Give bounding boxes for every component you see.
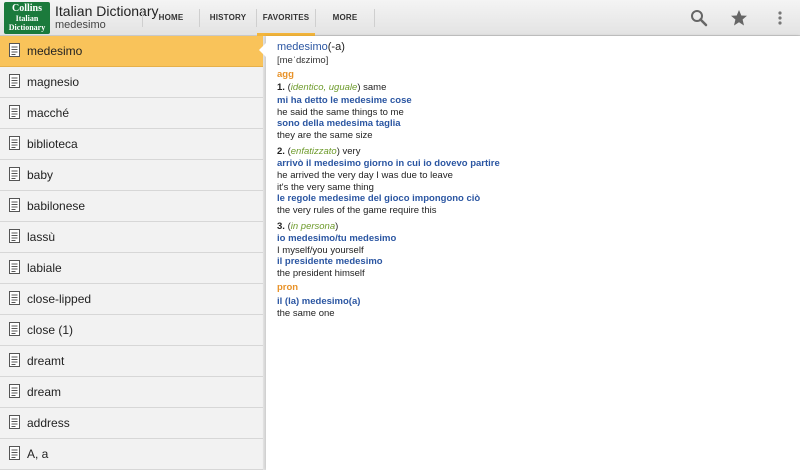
example-translation: he said the same things to me: [277, 107, 404, 118]
document-icon: [9, 415, 20, 429]
word-label: A, a: [27, 447, 49, 461]
star-icon[interactable]: [730, 9, 748, 27]
headword-suffix: (-a): [327, 41, 345, 53]
logo-line-2: Italian: [15, 14, 39, 23]
document-icon: [9, 291, 20, 305]
paren-close: ): [357, 82, 361, 93]
document-icon: [9, 229, 20, 243]
example: arrivò il medesimo giorno in cui io dove…: [277, 158, 500, 169]
word-label: close-lipped: [27, 292, 92, 306]
example: mi ha detto le medesime cose: [277, 95, 412, 106]
document-icon: [9, 105, 20, 119]
example: le regole medesime del gioco impongono c…: [277, 193, 481, 204]
document-icon: [9, 167, 20, 181]
document-icon: [9, 260, 20, 274]
word-label: dream: [27, 385, 62, 399]
word-label: lassù: [27, 230, 56, 244]
selection-pointer: [259, 42, 267, 58]
word-list: medesimo magnesio macché biblioteca baby babi…: [0, 36, 263, 470]
word-list-item[interactable]: baby: [0, 160, 263, 191]
word-label: labiale: [27, 261, 62, 275]
word-label: address: [27, 416, 70, 430]
tab-home[interactable]: HOME: [143, 0, 199, 36]
paren-close: ): [336, 146, 340, 157]
sense-2: 2. (enfatizzato) very: [277, 146, 360, 157]
search-icon[interactable]: [690, 9, 708, 27]
word-label: magnesio: [27, 75, 80, 89]
tab-history[interactable]: HISTORY: [200, 0, 256, 36]
document-icon: [9, 198, 20, 212]
word-list-item[interactable]: close-lipped: [0, 284, 263, 315]
example: sono della medesima taglia: [277, 118, 401, 129]
example-translation: the president himself: [277, 268, 365, 279]
sense-note: in persona: [290, 221, 336, 232]
word-label: dreamt: [27, 354, 65, 368]
tab-divider: [374, 9, 375, 27]
part-of-speech: agg: [277, 69, 294, 80]
entry-detail: medesimo(-a) [meˈdɛzimo] agg 1. (identic…: [266, 36, 800, 470]
document-icon: [9, 353, 20, 367]
document-icon: [9, 136, 20, 150]
example-translation: I myself/you yourself: [277, 245, 364, 256]
word-list-item[interactable]: A, a: [0, 439, 263, 470]
tab-more[interactable]: MORE: [316, 0, 374, 36]
word-label: close (1): [27, 323, 74, 337]
word-label: macché: [27, 106, 70, 120]
word-list-item[interactable]: address: [0, 408, 263, 439]
document-icon: [9, 446, 20, 460]
word-label: biblioteca: [27, 137, 78, 151]
example-translation: they are the same size: [277, 130, 373, 141]
sense-number: 3.: [277, 221, 285, 232]
word-label: medesimo: [27, 44, 83, 58]
pronunciation: [meˈdɛzimo]: [277, 55, 329, 66]
sense-number: 2.: [277, 146, 285, 157]
logo-line-1: Collins: [11, 3, 42, 14]
word-list-item[interactable]: dream: [0, 377, 263, 408]
document-icon: [9, 384, 20, 398]
sense-translation: same: [363, 82, 387, 93]
entry-header: medesimo(-a): [277, 41, 345, 53]
document-icon: [9, 74, 20, 88]
example-translation: he arrived the very day I was due to lea…: [277, 170, 453, 181]
headword: medesimo: [277, 41, 328, 53]
sense-1: 1. (identico, uguale) same: [277, 82, 386, 93]
app-subtitle: medesimo: [55, 19, 106, 31]
example-translation: the very rules of the game require this: [277, 205, 437, 216]
example: il presidente medesimo: [277, 256, 383, 267]
word-label: baby: [27, 168, 54, 182]
word-list-item[interactable]: close (1): [0, 315, 263, 346]
word-list-item[interactable]: labiale: [0, 253, 263, 284]
word-label: babilonese: [27, 199, 86, 213]
sense-translation: very: [342, 146, 361, 157]
example-translation: the same one: [277, 308, 335, 319]
word-list-item[interactable]: dreamt: [0, 346, 263, 377]
document-icon: [9, 322, 20, 336]
word-list-item[interactable]: babilonese: [0, 191, 263, 222]
example-translation: it's the very same thing: [277, 182, 374, 193]
collins-logo: Collins Italian Dictionary: [4, 2, 50, 34]
sense-3: 3. (in persona): [277, 221, 338, 232]
sense-note: enfatizzato: [290, 146, 337, 157]
action-bar: Collins Italian Dictionary Italian Dicti…: [0, 0, 800, 36]
word-list-item[interactable]: lassù: [0, 222, 263, 253]
logo-line-3: Dictionary: [8, 23, 46, 32]
part-of-speech: pron: [277, 282, 299, 293]
word-list-item[interactable]: magnesio: [0, 67, 263, 98]
word-list-item[interactable]: macché: [0, 98, 263, 129]
example: il (la) medesimo(a): [277, 296, 361, 307]
sense-number: 1.: [277, 82, 285, 93]
word-list-item[interactable]: medesimo: [0, 36, 263, 67]
example: io medesimo/tu medesimo: [277, 233, 397, 244]
document-icon: [9, 43, 20, 57]
tab-favorites[interactable]: FAVORITES: [257, 0, 315, 36]
word-list-item[interactable]: biblioteca: [0, 129, 263, 160]
paren-close: ): [335, 221, 339, 232]
overflow-menu-icon[interactable]: [771, 9, 789, 27]
sense-note: identico, uguale: [290, 82, 358, 93]
